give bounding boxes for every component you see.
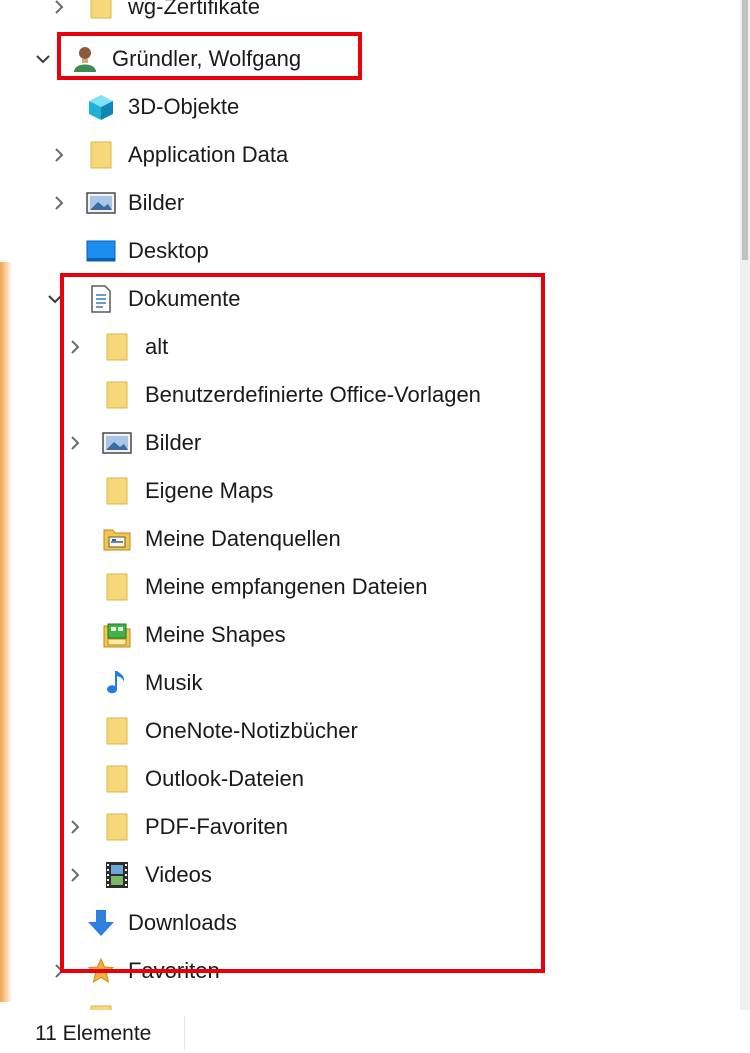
tree-item-label: Outlook-Dateien <box>145 766 304 791</box>
folder-icon <box>102 572 132 602</box>
shapes-folder-icon <box>102 620 132 650</box>
documents-icon <box>86 284 116 314</box>
tree-item-musik[interactable]: Musik <box>0 663 720 703</box>
tree-item-dokumente-bilder[interactable]: Bilder <box>0 423 720 463</box>
tree-item-meine-shapes[interactable]: Meine Shapes <box>0 615 720 655</box>
tree-item-cut-top[interactable]: wg-Zertifikate <box>0 0 720 27</box>
tree-item-label: Videos <box>145 862 212 887</box>
tree-item-desktop[interactable]: Desktop <box>0 231 720 271</box>
desktop-icon <box>86 236 116 266</box>
tree-item-cut-bottom[interactable] <box>0 999 720 1010</box>
folder-icon <box>102 380 132 410</box>
folder-icon <box>102 764 132 794</box>
tree-item-downloads[interactable]: Downloads <box>0 903 720 943</box>
tree-item-eigene-maps[interactable]: Eigene Maps <box>0 471 720 511</box>
pictures-icon <box>86 188 116 218</box>
tree-item-label: Benutzerdefinierte Office-Vorlagen <box>145 382 481 407</box>
status-bar: 11 Elemente <box>0 1010 750 1053</box>
tree-item-application-data[interactable]: Application Data <box>0 135 720 175</box>
tree-item-label: Musik <box>145 670 203 695</box>
tree-item-label: Bilder <box>145 430 202 455</box>
folder-icon <box>102 812 132 842</box>
tree-item-bilder[interactable]: Bilder <box>0 183 720 223</box>
tree-item-label: Meine Datenquellen <box>145 526 341 551</box>
tree-item-label: 3D-Objekte <box>128 94 240 119</box>
tree-item-label: Desktop <box>128 238 209 263</box>
chevron-right-icon[interactable] <box>50 145 68 165</box>
chevron-down-icon[interactable] <box>46 289 64 309</box>
download-arrow-icon <box>86 908 116 938</box>
tree-item-empfangene-dateien[interactable]: Meine empfangenen Dateien <box>0 567 720 607</box>
tree-item-label: Dokumente <box>128 286 241 311</box>
chevron-right-icon[interactable] <box>66 433 84 453</box>
scrollbar-thumb[interactable] <box>742 0 748 260</box>
videos-icon <box>102 860 132 890</box>
tree-item-outlook-dateien[interactable]: Outlook-Dateien <box>0 759 720 799</box>
tree-item-label: PDF-Favoriten <box>145 814 289 839</box>
tree-item-pdf-favoriten[interactable]: PDF-Favoriten <box>0 807 720 847</box>
tree-item-onenote[interactable]: OneNote-Notizbücher <box>0 711 720 751</box>
tree-item-alt[interactable]: alt <box>0 327 720 367</box>
tree-item-label: Eigene Maps <box>145 478 274 503</box>
tree-item-label: Bilder <box>128 190 185 215</box>
tree-item-label: Meine Shapes <box>145 622 286 647</box>
status-bar-separator <box>184 1016 185 1050</box>
chevron-right-icon[interactable] <box>66 337 84 357</box>
tree-item-label: Downloads <box>128 910 237 935</box>
tree-item-user[interactable]: Gründler, Wolfgang <box>0 39 720 79</box>
tree-item-favoriten[interactable]: Favoriten <box>0 951 720 991</box>
chevron-right-icon[interactable] <box>50 193 68 213</box>
chevron-right-icon[interactable] <box>66 865 84 885</box>
tree-item-label: wg-Zertifikate <box>128 0 261 19</box>
tree-item-dokumente[interactable]: Dokumente <box>0 279 720 319</box>
user-icon <box>70 44 100 74</box>
chevron-right-icon[interactable] <box>66 817 84 837</box>
tree-item-meine-datenquellen[interactable]: Meine Datenquellen <box>0 519 720 559</box>
tree-item-label: OneNote-Notizbücher <box>145 718 358 743</box>
data-sources-folder-icon <box>102 524 132 554</box>
chevron-right-icon[interactable] <box>50 961 68 981</box>
tree-item-label: alt <box>145 334 169 359</box>
music-note-icon <box>102 668 132 698</box>
star-icon <box>86 956 116 986</box>
tree-item-label: Application Data <box>128 142 289 167</box>
chevron-down-icon[interactable] <box>34 49 52 69</box>
folder-icon <box>102 716 132 746</box>
tree-item-videos[interactable]: Videos <box>0 855 720 895</box>
navigation-tree: wg-Zertifikate Gründler, Wolfgang 3D-Obj… <box>0 0 740 1010</box>
folder-icon <box>86 140 116 170</box>
tree-item-label: Gründler, Wolfgang <box>112 46 302 71</box>
tree-item-3d-objekte[interactable]: 3D-Objekte <box>0 87 720 127</box>
tree-item-office-vorlagen[interactable]: Benutzerdefinierte Office-Vorlagen <box>0 375 720 415</box>
folder-icon <box>102 332 132 362</box>
tree-item-label: Favoriten <box>128 958 220 983</box>
pictures-icon <box>102 428 132 458</box>
vertical-scrollbar[interactable] <box>740 0 750 1010</box>
3d-objects-icon <box>86 92 116 122</box>
item-count: 11 Elemente <box>35 1022 152 1045</box>
chevron-right-icon[interactable] <box>50 0 68 17</box>
folder-icon <box>102 476 132 506</box>
folder-icon <box>86 0 116 22</box>
tree-item-label: Meine empfangenen Dateien <box>145 574 428 599</box>
